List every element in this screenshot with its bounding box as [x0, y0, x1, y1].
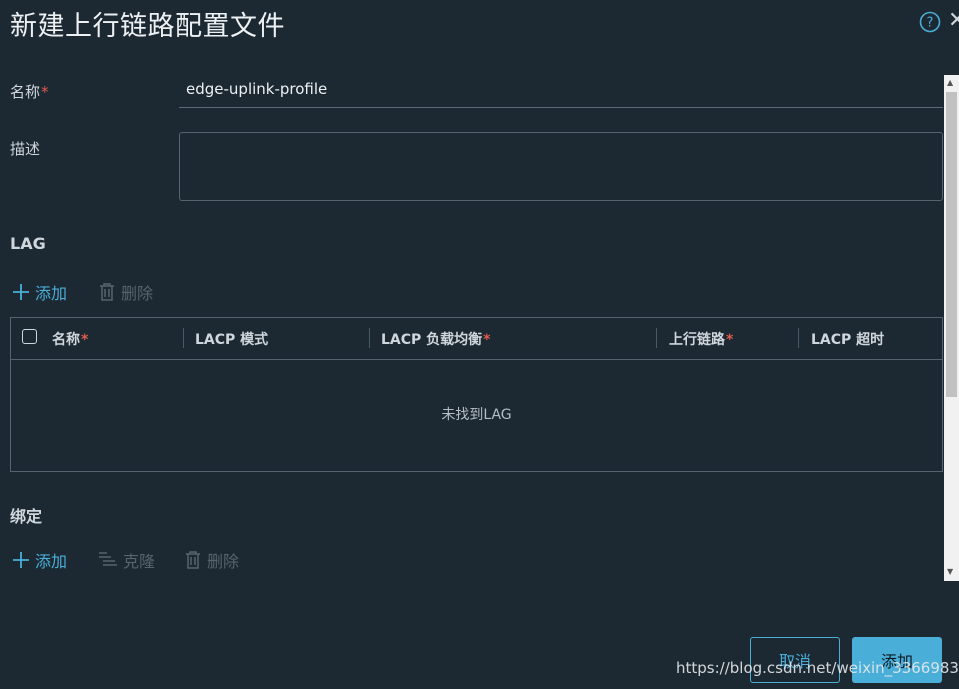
column-header-lacp-mode[interactable]: LACP 模式 — [195, 329, 268, 349]
column-separator[interactable] — [183, 328, 184, 348]
name-label: 名称* — [10, 81, 49, 102]
clone-icon — [99, 552, 117, 566]
watermark: https://blog.csdn.net/weixin_33669839 — [676, 659, 959, 677]
column-label: LACP 模式 — [195, 332, 269, 348]
column-separator[interactable] — [369, 328, 370, 348]
required-mark: * — [81, 332, 89, 348]
lag-grid: 名称* LACP 模式 LACP 负载均衡* 上行链路* LACP 超时 未找到… — [10, 317, 943, 472]
scroll-thumb[interactable] — [946, 92, 957, 397]
required-mark: * — [41, 83, 49, 101]
column-label: LACP 超时 — [811, 332, 885, 348]
svg-text:?: ? — [927, 16, 934, 31]
teaming-add-label: 添加 — [35, 552, 68, 571]
lag-delete-label: 删除 — [121, 284, 154, 303]
question-circle-icon[interactable]: ? — [919, 11, 941, 33]
column-separator[interactable] — [798, 328, 799, 348]
trash-icon — [186, 551, 200, 569]
column-header-lacp-load-balancing[interactable]: LACP 负载均衡* — [381, 329, 491, 349]
name-input[interactable]: edge-uplink-profile — [179, 74, 943, 108]
scroll-down-arrow-icon[interactable]: ▼ — [947, 567, 953, 576]
plus-icon — [13, 284, 29, 300]
description-textarea[interactable] — [179, 132, 943, 201]
column-header-uplinks[interactable]: 上行链路* — [669, 329, 733, 349]
teaming-delete-label: 删除 — [207, 552, 240, 571]
required-mark: * — [726, 332, 734, 348]
column-label: LACP 负载均衡 — [381, 332, 483, 348]
column-header-lacp-timeout[interactable]: LACP 超时 — [811, 329, 884, 349]
select-all-checkbox[interactable] — [22, 329, 37, 344]
plus-icon — [13, 552, 29, 568]
vertical-scrollbar[interactable]: ▲ ▼ — [944, 75, 959, 581]
lag-add-button[interactable]: 添加 — [12, 280, 67, 304]
lag-add-label: 添加 — [35, 284, 68, 303]
column-separator[interactable] — [656, 328, 657, 348]
empty-placeholder: 未找到LAG — [441, 407, 512, 423]
description-label: 描述 — [10, 140, 41, 158]
column-header-name[interactable]: 名称* — [52, 329, 88, 349]
lag-section-title: LAG — [10, 234, 46, 253]
column-label: 上行链路 — [669, 332, 725, 348]
scroll-up-arrow-icon[interactable]: ▲ — [947, 78, 953, 87]
required-mark: * — [483, 332, 491, 348]
close-icon[interactable]: ✕ — [948, 8, 959, 33]
teaming-add-button[interactable]: 添加 — [12, 548, 67, 572]
trash-icon — [100, 283, 114, 301]
column-label: 名称 — [52, 332, 80, 348]
dialog-title: 新建上行链路配置文件 — [10, 11, 285, 42]
teaming-clone-label: 克隆 — [123, 552, 156, 571]
name-label-text: 名称 — [10, 83, 41, 101]
teaming-delete-button[interactable]: 删除 — [184, 548, 239, 572]
teaming-section-title: 绑定 — [10, 507, 43, 526]
lag-delete-button[interactable]: 删除 — [98, 280, 153, 304]
teaming-clone-button[interactable]: 克隆 — [98, 548, 155, 572]
lag-grid-header: 名称* LACP 模式 LACP 负载均衡* 上行链路* LACP 超时 — [11, 318, 942, 360]
